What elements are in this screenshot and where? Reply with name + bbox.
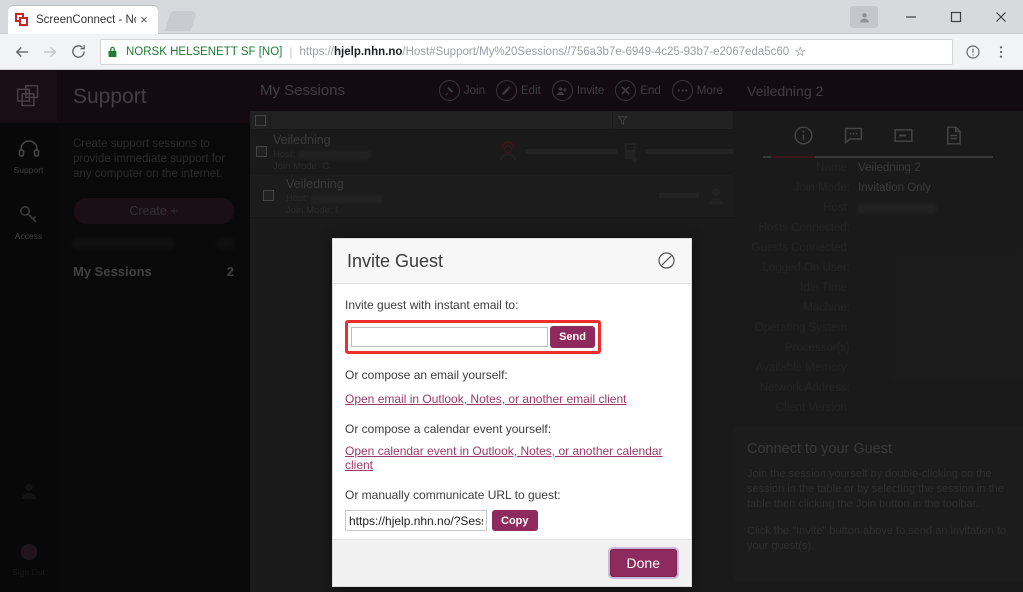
minimize-icon: [905, 16, 916, 18]
screenconnect-icon: [14, 12, 30, 28]
back-arrow-icon: [15, 46, 28, 57]
address-bar[interactable]: NORSK HELSENETT SF [NO] | https://hjelp.…: [100, 38, 953, 65]
forward-arrow-icon: [44, 46, 57, 57]
new-tab-button[interactable]: [164, 11, 198, 31]
browser-window: ScreenConnect - Norsk H ×: [0, 0, 1023, 592]
lock-icon: [107, 45, 121, 58]
back-button[interactable]: [8, 38, 36, 66]
open-email-client-link[interactable]: Open email in Outlook, Notes, or another…: [345, 392, 626, 406]
session-url-input[interactable]: [345, 510, 487, 531]
site-identity-label: NORSK HELSENETT SF [NO]: [126, 45, 283, 58]
dialog-title: Invite Guest: [347, 250, 444, 271]
email-label: Invite guest with instant email to:: [345, 298, 519, 312]
compose-calendar-label: Or compose a calendar event yourself:: [345, 422, 552, 436]
maximize-icon: [950, 11, 961, 23]
tab-strip: ScreenConnect - Norsk H ×: [0, 0, 1023, 34]
dialog-header: Invite Guest: [333, 239, 691, 284]
info-icon: [966, 44, 980, 59]
dialog-body: Invite guest with instant email to: Send…: [333, 284, 691, 539]
bookmark-star-icon[interactable]: ☆: [789, 44, 811, 60]
url-text: https://hjelp.nhn.no/Host#Support/My%20S…: [299, 46, 789, 58]
compose-email-label: Or compose an email yourself:: [345, 368, 508, 382]
done-button[interactable]: Done: [609, 549, 677, 577]
send-button[interactable]: Send: [550, 326, 595, 348]
email-invite-highlight: Send: [345, 320, 601, 354]
manual-url-label: Or manually communicate URL to guest:: [345, 488, 561, 502]
invite-guest-dialog: Invite Guest Invite guest with instant e…: [332, 238, 692, 587]
url-path: /Host#Support/My%20Sessions//756a3b7e-69…: [402, 45, 790, 58]
reload-icon: [71, 45, 85, 58]
close-icon: [995, 12, 1006, 22]
copy-url-button[interactable]: Copy: [492, 510, 538, 531]
omnibox-separator: |: [289, 44, 293, 59]
maximize-button[interactable]: [933, 2, 978, 32]
minimize-button[interactable]: [888, 2, 933, 32]
session-url-row: Copy: [345, 510, 679, 531]
window-controls: [850, 0, 1023, 34]
page-info-button[interactable]: [959, 38, 987, 66]
profile-avatar-icon: [859, 12, 869, 22]
close-window-button[interactable]: [978, 2, 1023, 32]
profile-avatar-button[interactable]: [850, 6, 878, 28]
open-calendar-client-link[interactable]: Open calendar event in Outlook, Notes, o…: [345, 444, 679, 472]
tab-title: ScreenConnect - Norsk H: [36, 14, 136, 26]
reload-button[interactable]: [64, 38, 92, 66]
browser-toolbar: NORSK HELSENETT SF [NO] | https://hjelp.…: [0, 34, 1023, 70]
url-domain: hjelp.nhn.no: [334, 45, 403, 58]
close-circle-icon: [658, 252, 675, 269]
close-dialog-button[interactable]: [657, 251, 677, 271]
browser-tab[interactable]: ScreenConnect - Norsk H ×: [8, 6, 158, 34]
page-viewport: Support Access Sign Out: [0, 70, 1023, 592]
kebab-menu-icon: [999, 45, 1003, 58]
url-scheme: https://: [299, 45, 335, 58]
close-icon[interactable]: ×: [136, 12, 152, 28]
dialog-footer: Done: [333, 539, 691, 586]
browser-menu-button[interactable]: [987, 38, 1015, 66]
email-input[interactable]: [351, 327, 549, 347]
forward-button[interactable]: [36, 38, 64, 66]
